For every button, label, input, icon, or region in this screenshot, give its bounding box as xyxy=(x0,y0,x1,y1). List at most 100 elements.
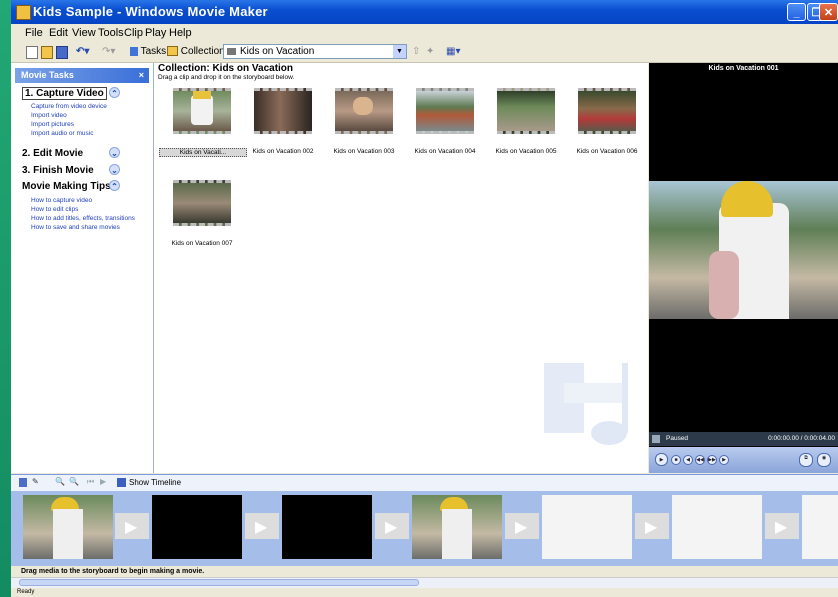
menu-tools[interactable]: Tools xyxy=(98,27,124,39)
edit-movie-title: 2. Edit Movie xyxy=(22,148,84,159)
stop-button[interactable]: ■ xyxy=(671,455,681,465)
forward-button[interactable]: ▶▶ xyxy=(707,455,717,465)
movie-tasks-title: Movie Tasks xyxy=(21,70,74,80)
collection-title: Collection: Kids on Vacation xyxy=(158,63,294,74)
split-clip-button[interactable]: ⧉ xyxy=(799,453,813,467)
menu-bar: File Edit View Tools Clip Play Help xyxy=(11,24,838,42)
clip-caption: Kids on Vacation 006 xyxy=(576,148,638,155)
scrollbar-thumb[interactable] xyxy=(19,579,419,586)
storyboard-slot[interactable] xyxy=(672,495,762,559)
up-folder-icon[interactable]: ⇧ xyxy=(409,44,423,59)
collapse-icon[interactable]: ⌃ xyxy=(109,87,120,98)
menu-help[interactable]: Help xyxy=(169,27,192,39)
take-picture-button[interactable]: ◉ xyxy=(817,453,831,467)
preview-title: Kids on Vacation 001 xyxy=(708,65,779,72)
link-import-pictures[interactable]: Import pictures xyxy=(31,121,74,128)
toolbar: ↶▾ ↷▾ Tasks Collections Kids on Vacation… xyxy=(11,42,838,63)
undo-icon[interactable]: ↶▾ xyxy=(73,44,92,59)
collection-pane: Collection: Kids on Vacation Drag a clip… xyxy=(154,63,648,473)
link-tip-save[interactable]: How to save and share movies xyxy=(31,224,120,231)
menu-play[interactable]: Play xyxy=(145,27,166,39)
movie-tasks-header: Movie Tasks × xyxy=(15,68,149,83)
next-frame-button[interactable]: ▶ xyxy=(719,455,729,465)
preview-hat xyxy=(721,181,773,217)
narrate-icon[interactable] xyxy=(19,478,27,487)
new-folder-icon[interactable]: ✦ xyxy=(423,44,437,59)
transition-slot[interactable]: ▶ xyxy=(245,513,279,539)
storyboard-scrollbar[interactable] xyxy=(11,577,838,588)
clip-thumbnail xyxy=(416,88,474,134)
title-bar[interactable]: Kids Sample - Windows Movie Maker _ ❐ ✕ xyxy=(11,0,838,24)
zoom-in-icon[interactable]: 🔍 xyxy=(55,477,65,486)
storyboard-slot[interactable] xyxy=(802,495,838,559)
window-title: Kids Sample - Windows Movie Maker xyxy=(33,4,268,19)
expand-icon[interactable]: ⌄ xyxy=(109,147,120,158)
app-icon xyxy=(16,5,31,20)
finish-movie-title: 3. Finish Movie xyxy=(22,165,94,176)
close-pane-icon[interactable]: × xyxy=(139,68,144,83)
capture-video-section[interactable]: 1. Capture Video ⌃ xyxy=(22,87,120,100)
storyboard-slot[interactable] xyxy=(152,495,242,559)
open-project-icon[interactable] xyxy=(41,46,53,59)
previous-frame-button[interactable]: ◀ xyxy=(683,455,693,465)
rewind-storyboard-icon[interactable]: ⏮ xyxy=(87,477,94,487)
clip-thumbnail xyxy=(335,88,393,134)
zoom-out-icon[interactable]: 🔍 xyxy=(69,477,79,486)
transition-slot[interactable]: ▶ xyxy=(115,513,149,539)
storyboard-slot[interactable] xyxy=(542,495,632,559)
slot-thumbnail-detail xyxy=(442,509,472,559)
link-import-video[interactable]: Import video xyxy=(31,112,67,119)
clip-thumbnail xyxy=(578,88,636,134)
tasks-label: Tasks xyxy=(140,46,167,57)
transition-slot[interactable]: ▶ xyxy=(375,513,409,539)
redo-icon[interactable]: ↷▾ xyxy=(99,44,118,59)
menu-edit[interactable]: Edit xyxy=(49,27,68,39)
link-tip-titles[interactable]: How to add titles, effects, transitions xyxy=(31,215,135,222)
play-button[interactable]: ▶ xyxy=(655,453,668,466)
expand-icon[interactable]: ⌄ xyxy=(109,164,120,175)
storyboard-slot[interactable] xyxy=(282,495,372,559)
rewind-button[interactable]: ◀◀ xyxy=(695,455,705,465)
storyboard-toolbar: ✎ 🔍 🔍 ⏮ ▶ Show Timeline xyxy=(11,474,838,492)
save-project-icon[interactable] xyxy=(56,46,68,59)
transition-slot[interactable]: ▶ xyxy=(765,513,799,539)
status-text: Ready xyxy=(17,589,35,595)
menu-clip[interactable]: Clip xyxy=(124,27,143,39)
storyboard-slot[interactable] xyxy=(23,495,113,559)
tasks-button[interactable]: Tasks xyxy=(127,44,169,59)
storyboard-slot[interactable] xyxy=(412,495,502,559)
clip-caption: Kids on Vacati... xyxy=(159,148,247,157)
close-button[interactable]: ✕ xyxy=(819,3,838,21)
collapse-icon[interactable]: ⌃ xyxy=(109,180,120,191)
tips-section[interactable]: Movie Making Tips ⌃ xyxy=(22,180,120,192)
menu-file[interactable]: File xyxy=(25,27,43,39)
minimize-button[interactable]: _ xyxy=(787,3,806,21)
finish-movie-section[interactable]: 3. Finish Movie ⌄ xyxy=(22,164,120,176)
link-import-audio[interactable]: Import audio or music xyxy=(31,130,94,137)
transition-slot[interactable]: ▶ xyxy=(635,513,669,539)
preview-video-frame xyxy=(649,181,838,319)
link-tip-edit[interactable]: How to edit clips xyxy=(31,206,78,213)
status-bar: Ready xyxy=(11,588,838,597)
audio-levels-icon[interactable]: ✎ xyxy=(32,477,39,486)
new-project-icon[interactable] xyxy=(26,46,38,59)
edit-movie-section[interactable]: 2. Edit Movie ⌄ xyxy=(22,147,120,159)
clip-caption: Kids on Vacation 005 xyxy=(495,148,557,155)
collection-subtitle: Drag a clip and drop it on the storyboar… xyxy=(158,74,295,81)
transition-slot[interactable]: ▶ xyxy=(505,513,539,539)
link-capture-device[interactable]: Capture from video device xyxy=(31,103,107,110)
timeline-icon xyxy=(117,478,126,487)
collection-selector[interactable]: Kids on Vacation ▼ xyxy=(223,44,407,59)
show-timeline-button[interactable]: Show Timeline xyxy=(129,478,181,487)
clip-caption: Kids on Vacation 004 xyxy=(414,148,476,155)
tasks-pane: Movie Tasks × 1. Capture Video ⌃ Capture… xyxy=(11,63,154,473)
monitor-icon xyxy=(652,435,660,443)
link-tip-capture[interactable]: How to capture video xyxy=(31,197,92,204)
collection-icon xyxy=(227,48,236,55)
menu-view[interactable]: View xyxy=(72,27,96,39)
views-icon[interactable]: ▦▾ xyxy=(443,44,463,59)
chevron-down-icon[interactable]: ▼ xyxy=(393,45,406,58)
tasks-icon xyxy=(130,46,138,56)
playback-controls: ▶ ■ ◀ ◀◀ ▶▶ ▶ ⧉ ◉ xyxy=(649,447,838,473)
play-storyboard-icon[interactable]: ▶ xyxy=(100,477,106,486)
